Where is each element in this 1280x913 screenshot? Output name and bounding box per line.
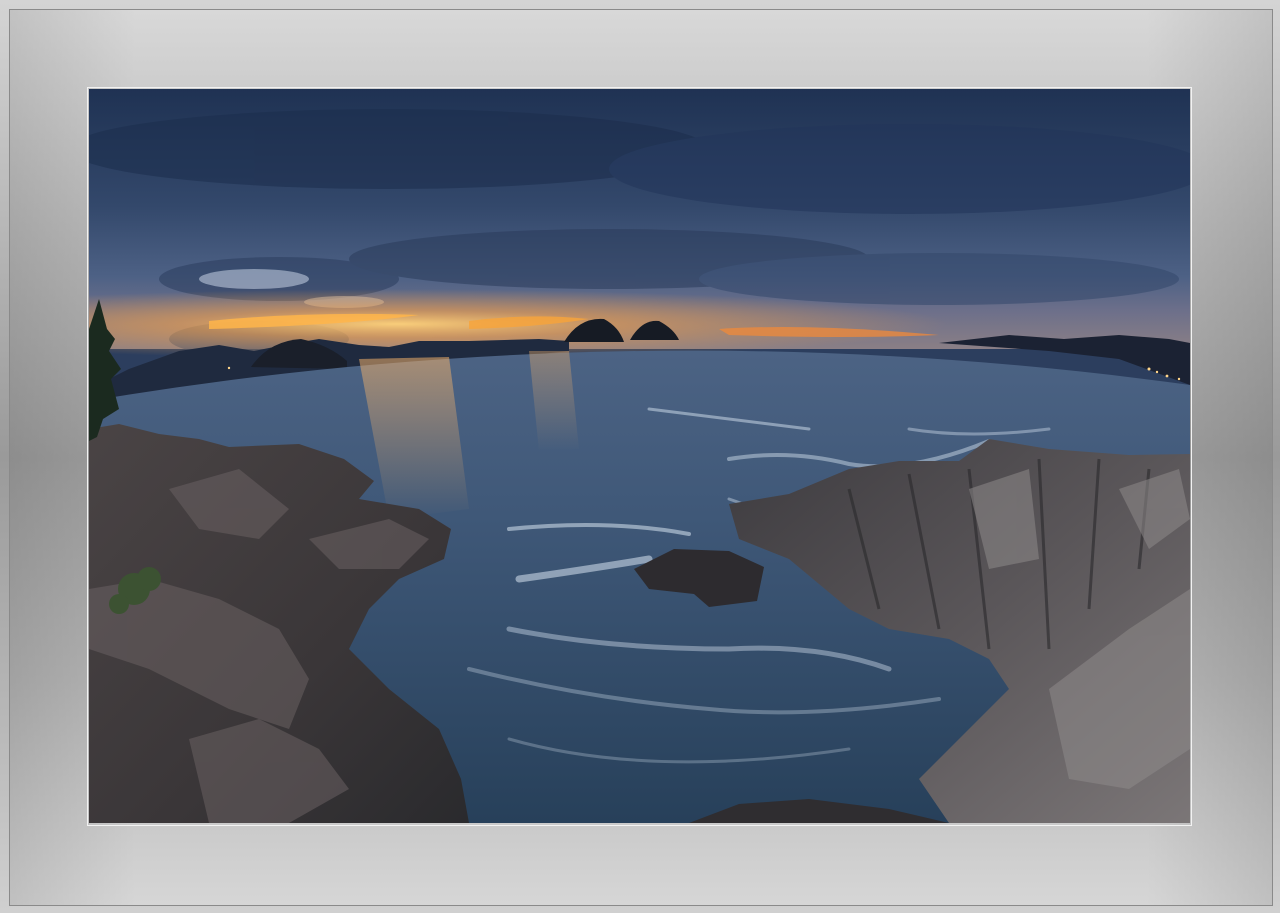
photo-drawing [89,89,1190,823]
picture-frame [0,0,1280,913]
landscape-photo [89,89,1190,823]
